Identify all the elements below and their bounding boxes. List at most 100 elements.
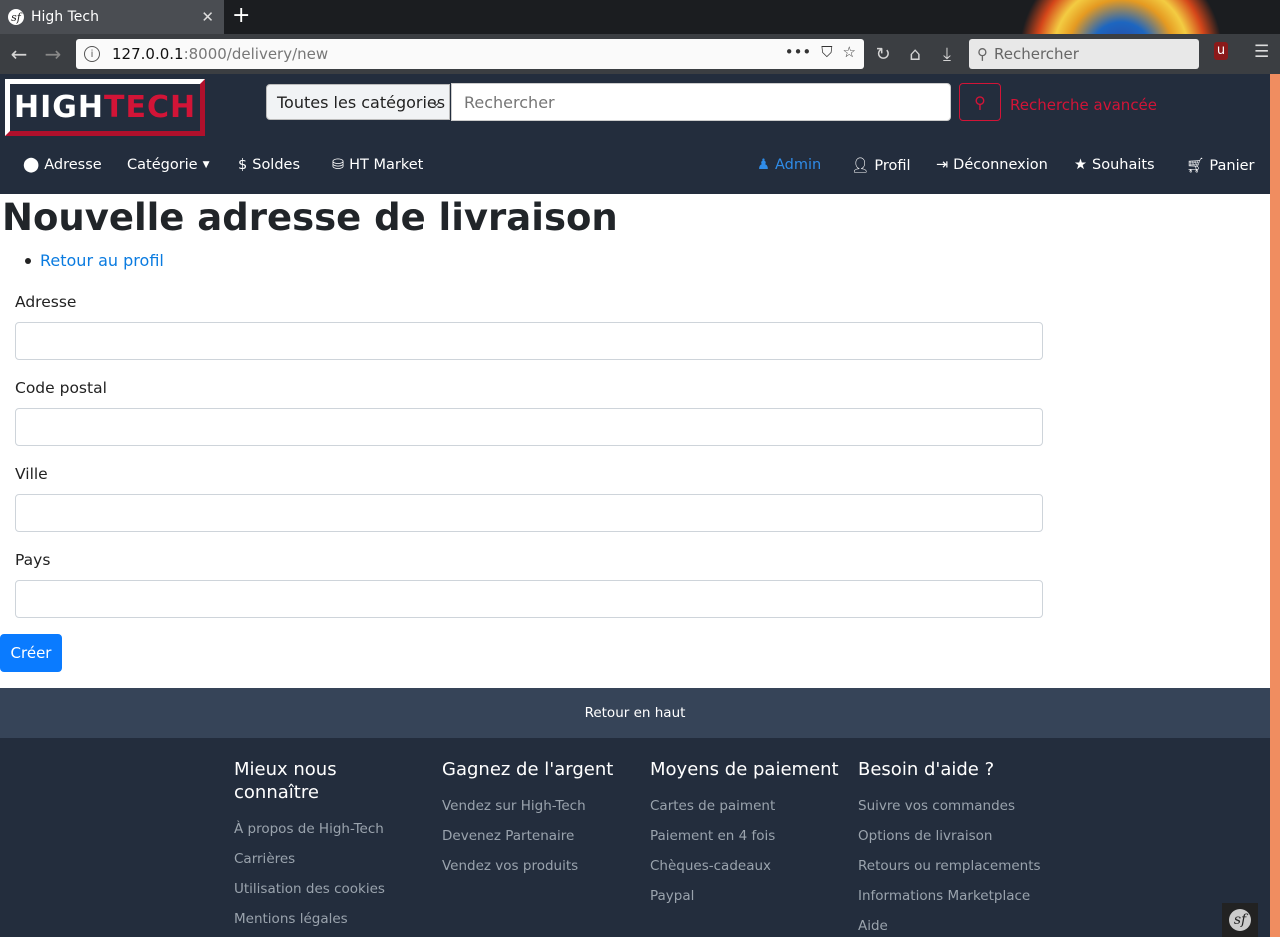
chevron-down-icon: ⌄ xyxy=(430,95,441,109)
magnifier-icon: ⚲ xyxy=(977,45,988,63)
page-title: Nouvelle adresse de livraison xyxy=(2,196,618,239)
logo-text-tech: TECH xyxy=(104,90,197,125)
footer-link[interactable]: Devenez Partenaire xyxy=(442,821,632,851)
address-input[interactable] xyxy=(15,322,1043,360)
forward-arrow-icon[interactable]: → xyxy=(38,40,68,68)
logout-icon: ⇥ xyxy=(936,157,949,173)
site-header: HIGHTECH Toutes les catégories ⌄ ⚲ Reche… xyxy=(0,74,1270,194)
nav-item-categorie[interactable]: Catégorie ▼ xyxy=(127,157,210,173)
footer-link[interactable]: Informations Marketplace xyxy=(858,881,1048,911)
postal-code-label: Code postal xyxy=(15,379,107,397)
close-tab-icon[interactable]: ✕ xyxy=(201,8,214,26)
logo-text-high: HIGH xyxy=(14,90,105,125)
firefox-logo-icon xyxy=(1006,0,1236,34)
url-bar[interactable]: i 127.0.0.1:8000/delivery/new ••• ⛉ ☆ xyxy=(76,39,864,69)
coins-icon: ⛁ xyxy=(332,157,345,173)
create-button[interactable]: Créer xyxy=(0,634,62,672)
symfony-favicon-icon: sf xyxy=(8,9,24,25)
back-arrow-icon[interactable]: ← xyxy=(4,40,34,68)
nav-item-adresse[interactable]: ⬤ Adresse xyxy=(23,157,102,173)
browser-tab[interactable]: sf High Tech ✕ xyxy=(0,0,224,34)
nav-label: Profil xyxy=(874,157,911,174)
nav-label: Soldes xyxy=(252,157,301,173)
cart-icon: 🛒︎ xyxy=(1186,158,1205,174)
new-tab-button[interactable]: + xyxy=(232,3,250,28)
nav-label: Souhaits xyxy=(1092,157,1155,173)
search-button[interactable]: ⚲ xyxy=(959,83,1001,121)
city-label: Ville xyxy=(15,465,48,483)
caret-down-icon: ▼ xyxy=(202,160,210,170)
browser-toolbar: ← → i 127.0.0.1:8000/delivery/new ••• ⛉ … xyxy=(0,34,1280,74)
pocket-icon[interactable]: ⛉ xyxy=(821,43,832,61)
footer-link[interactable]: À propos de High-Tech xyxy=(234,814,424,844)
nav-label: Adresse xyxy=(44,157,102,173)
nav-label: Panier xyxy=(1209,157,1255,174)
site-footer: Mieux nous connaître À propos de High-Te… xyxy=(0,738,1270,937)
footer-link[interactable]: Retours ou remplacements xyxy=(858,851,1048,881)
nav-item-ht-market[interactable]: ⛁ HT Market xyxy=(332,157,423,173)
footer-column: Gagnez de l'argent Vendez sur High-Tech … xyxy=(442,758,632,881)
nav-item-souhaits[interactable]: ★ Souhaits xyxy=(1074,157,1155,173)
home-icon[interactable]: ⌂ xyxy=(900,40,930,68)
info-icon[interactable]: i xyxy=(84,46,100,62)
nav-label: Admin xyxy=(775,157,822,173)
url-host: 127.0.0.1 xyxy=(112,45,184,63)
footer-link[interactable]: Paiement en 4 fois xyxy=(650,821,840,851)
ublock-icon[interactable]: u xyxy=(1214,42,1228,60)
download-icon[interactable]: ⤓ xyxy=(932,40,962,68)
footer-column: Moyens de paiement Cartes de paiment Pai… xyxy=(650,758,840,911)
footer-link[interactable]: Vendez vos produits xyxy=(442,851,632,881)
country-label: Pays xyxy=(15,551,51,569)
footer-column-title: Besoin d'aide ? xyxy=(858,759,995,780)
search-icon: ⚲ xyxy=(974,92,986,112)
footer-column: Mieux nous connaître À propos de High-Te… xyxy=(234,758,424,934)
footer-column-title: Moyens de paiement xyxy=(650,759,839,780)
page-edge-stripe xyxy=(1270,74,1280,937)
hamburger-menu-icon[interactable]: ☰ xyxy=(1254,42,1269,62)
footer-link[interactable]: Carrières xyxy=(234,844,424,874)
back-to-profile-link[interactable]: Retour au profil xyxy=(40,251,164,270)
footer-column-title: Gagnez de l'argent xyxy=(442,759,614,780)
footer-link[interactable]: Chèques-cadeaux xyxy=(650,851,840,881)
nav-item-panier[interactable]: 🛒︎ Panier xyxy=(1186,157,1255,175)
nav-item-admin[interactable]: ♟ Admin xyxy=(757,157,821,173)
browser-search-placeholder: Rechercher xyxy=(994,45,1079,63)
footer-link[interactable]: Suivre vos commandes xyxy=(858,791,1048,821)
admin-icon: ♟ xyxy=(757,157,770,173)
nav-item-profil[interactable]: 👤︎ Profil xyxy=(851,157,911,175)
dollar-icon: $ xyxy=(238,157,248,173)
footer-column-title: Mieux nous connaître xyxy=(234,759,337,803)
list-bullet xyxy=(25,257,31,264)
footer-column: Besoin d'aide ? Suivre vos commandes Opt… xyxy=(858,758,1048,941)
city-input[interactable] xyxy=(15,494,1043,532)
nav-item-deconnexion[interactable]: ⇥ Déconnexion xyxy=(936,157,1048,173)
footer-link[interactable]: Utilisation des cookies xyxy=(234,874,424,904)
browser-search-bar[interactable]: ⚲ Rechercher xyxy=(969,39,1199,69)
country-input[interactable] xyxy=(15,580,1043,618)
footer-link[interactable]: Mentions légales xyxy=(234,904,424,934)
nav-label: HT Market xyxy=(349,157,424,173)
site-search-input[interactable] xyxy=(451,83,951,121)
back-to-profile-item: Retour au profil xyxy=(25,251,164,270)
reload-icon[interactable]: ↻ xyxy=(868,40,898,68)
bookmark-star-icon[interactable]: ☆ xyxy=(843,43,856,61)
map-marker-icon: ⬤ xyxy=(23,157,40,173)
more-actions-icon[interactable]: ••• xyxy=(785,43,812,61)
nav-label: Déconnexion xyxy=(953,157,1048,173)
back-to-top-link[interactable]: Retour en haut xyxy=(0,688,1270,738)
nav-label: Catégorie xyxy=(127,157,198,173)
postal-code-input[interactable] xyxy=(15,408,1043,446)
category-select-value: Toutes les catégories xyxy=(277,92,446,112)
category-select[interactable]: Toutes les catégories ⌄ xyxy=(266,84,450,120)
footer-link[interactable]: Cartes de paiment xyxy=(650,791,840,821)
star-icon: ★ xyxy=(1074,157,1087,173)
footer-link[interactable]: Options de livraison xyxy=(858,821,1048,851)
address-label: Adresse xyxy=(15,293,77,311)
symfony-toolbar-toggle[interactable]: sf xyxy=(1222,903,1258,937)
advanced-search-link[interactable]: Recherche avancée xyxy=(1010,96,1157,114)
site-logo[interactable]: HIGH TECH xyxy=(5,79,205,136)
footer-link[interactable]: Vendez sur High-Tech xyxy=(442,791,632,821)
footer-link[interactable]: Paypal xyxy=(650,881,840,911)
nav-item-soldes[interactable]: $ Soldes xyxy=(238,157,300,173)
tab-title: High Tech xyxy=(31,9,99,25)
